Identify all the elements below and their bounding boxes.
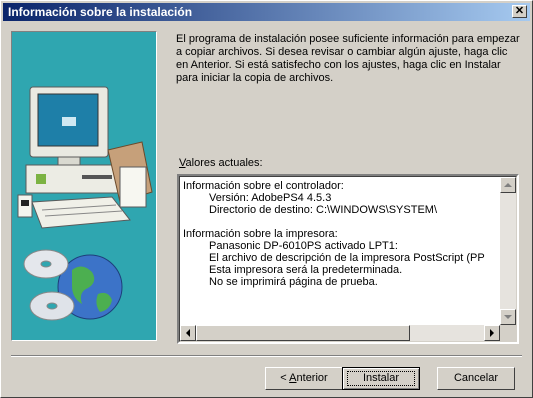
title-bar[interactable]: Información sobre la instalación ✕ <box>3 3 530 21</box>
scroll-right-icon <box>490 329 494 337</box>
scroll-right-button[interactable] <box>484 325 500 341</box>
vertical-scrollbar[interactable] <box>500 177 516 325</box>
printer-ppd: El archivo de descripción de la impresor… <box>209 252 485 264</box>
horizontal-scrollbar[interactable] <box>180 325 500 341</box>
printer-default: Esta impresora será la predeterminada. <box>209 264 403 276</box>
divider <box>11 355 522 357</box>
printer-test-page: No se imprimirá página de prueba. <box>209 276 378 288</box>
scroll-up-button[interactable] <box>500 177 516 193</box>
back-button[interactable]: < Anterior <box>265 367 343 390</box>
printer-model: Panasonic DP-6010PS activado LPT1: <box>209 240 398 252</box>
window-title: Información sobre la instalación <box>8 5 193 19</box>
intro-text: El programa de instalación posee suficie… <box>176 33 520 84</box>
setup-banner <box>11 31 157 341</box>
installer-dialog: Información sobre la instalación ✕ El pr… <box>0 0 533 398</box>
computer-illustration <box>17 86 153 321</box>
current-values-label: Valores actuales: <box>179 157 263 169</box>
horizontal-scroll-thumb[interactable] <box>196 325 410 341</box>
scroll-down-button[interactable] <box>500 309 516 325</box>
cancel-label: Cancelar <box>453 372 499 384</box>
scroll-up-icon <box>504 183 512 187</box>
driver-version: Versión: AdobePS4 4.5.3 <box>209 192 332 204</box>
close-icon: ✕ <box>514 5 525 17</box>
driver-destination: Directorio de destino: C:\WINDOWS\SYSTEM… <box>209 204 437 216</box>
scroll-down-icon <box>504 315 512 319</box>
driver-header: Información sobre el controlador: <box>183 180 344 192</box>
details-text: Información sobre el controlador: Versió… <box>183 180 501 326</box>
label-text: alores actuales: <box>185 157 263 169</box>
printer-header: Información sobre la impresora: <box>183 228 338 240</box>
scroll-left-icon <box>186 329 190 337</box>
back-prefix: < <box>280 372 290 384</box>
back-label: nterior <box>296 372 328 384</box>
current-values-listbox[interactable]: Información sobre el controlador: Versió… <box>177 174 519 344</box>
cancel-button[interactable]: Cancelar <box>437 367 515 390</box>
close-button[interactable]: ✕ <box>512 5 527 18</box>
scrollbar-corner <box>500 325 516 341</box>
scroll-left-button[interactable] <box>180 325 196 341</box>
install-button[interactable]: Instalar <box>342 367 420 390</box>
back-accelerator: A <box>289 372 297 384</box>
